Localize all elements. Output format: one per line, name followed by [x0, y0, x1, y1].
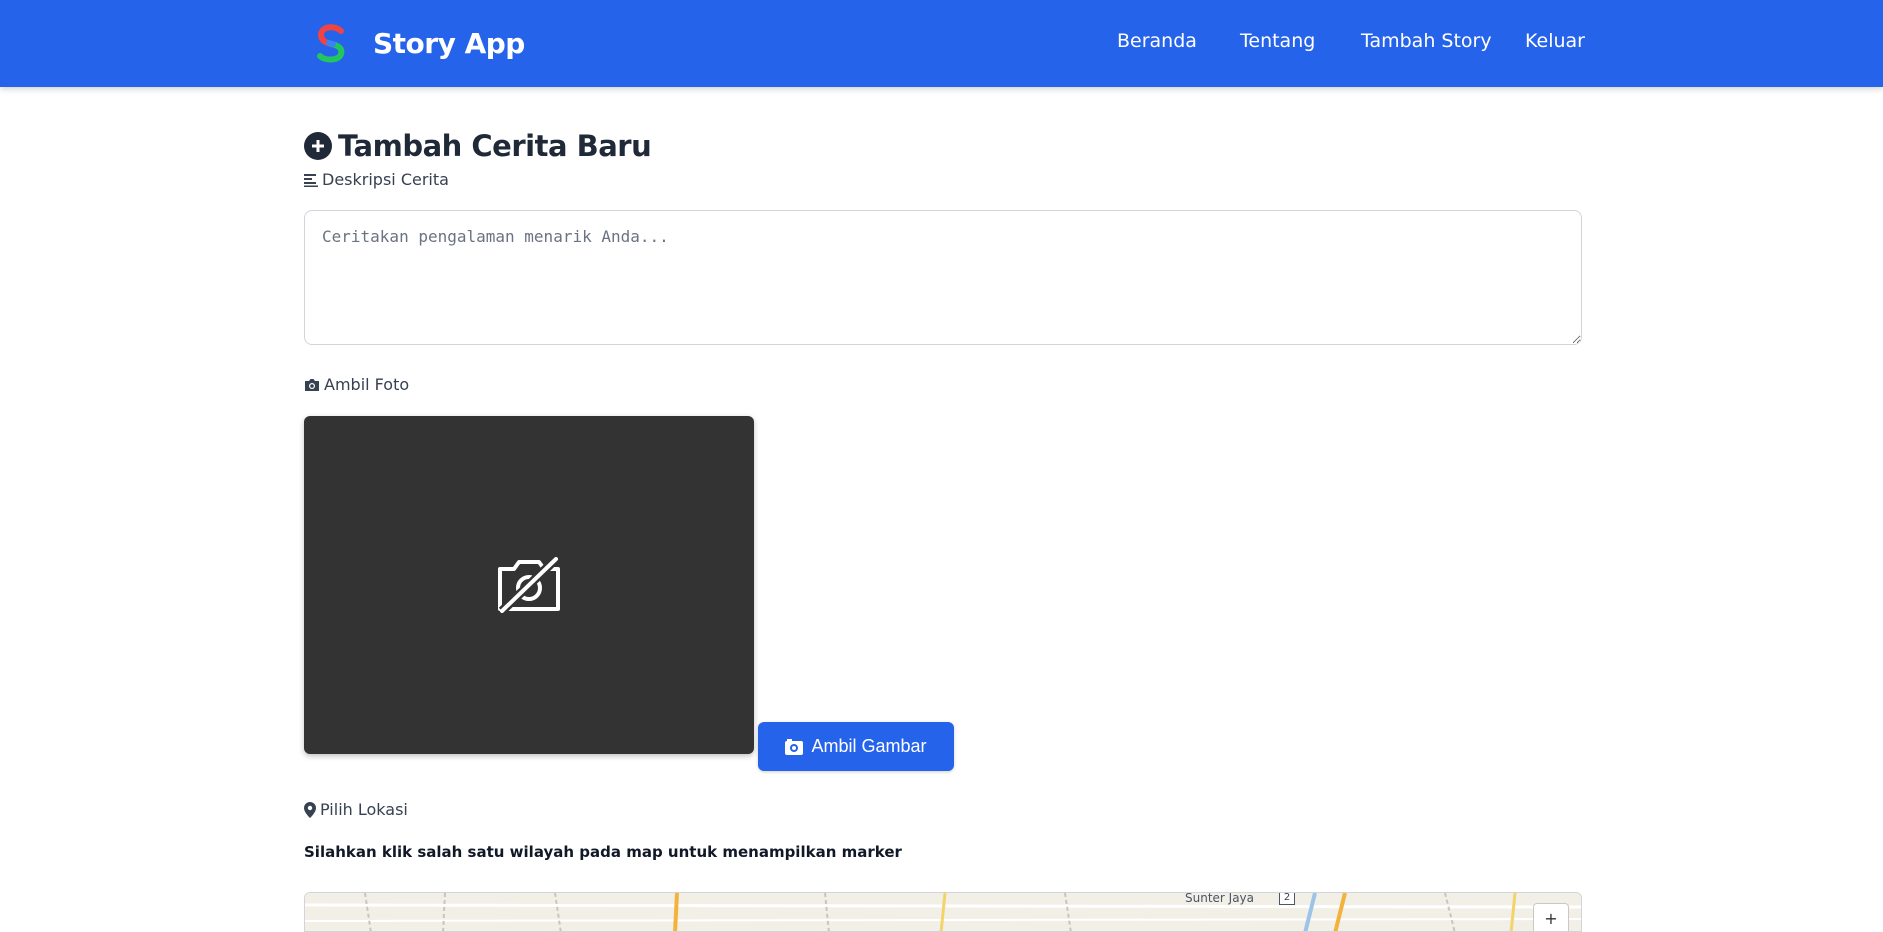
camera-retro-icon [785, 738, 804, 755]
camera-icon [305, 378, 319, 391]
description-label-text: Deskripsi Cerita [322, 170, 449, 189]
description-label: Deskripsi Cerita [304, 170, 449, 189]
page-title: Tambah Cerita Baru [304, 129, 652, 163]
map-place-label: Sunter Jaya [1185, 892, 1255, 905]
camera-preview[interactable] [304, 416, 754, 754]
location-label-text: Pilih Lokasi [320, 800, 408, 819]
map-zoom-in-button[interactable]: + [1533, 903, 1569, 931]
map-hint: Silahkan klik salah satu wilayah pada ma… [304, 843, 902, 861]
nav-item-keluar[interactable]: Keluar [1525, 30, 1585, 52]
nav-item-tentang[interactable]: Tentang [1240, 30, 1315, 52]
nav-item-tambah-story[interactable]: Tambah Story [1361, 30, 1492, 52]
app-logo-icon [317, 24, 345, 63]
map-tiles [305, 893, 1581, 931]
location-map[interactable]: Sunter Jaya 2 + [304, 892, 1582, 932]
photo-label-text: Ambil Foto [324, 375, 410, 394]
navbar: Story App Beranda Tentang Tambah Story K… [0, 0, 1883, 87]
plus-circle-icon [304, 132, 332, 160]
description-textarea[interactable] [304, 210, 1582, 345]
app-name: Story App [373, 26, 525, 60]
location-label: Pilih Lokasi [304, 800, 408, 819]
map-route-badge: 2 [1279, 893, 1295, 905]
photo-label: Ambil Foto [304, 375, 409, 394]
capture-photo-button-label: Ambil Gambar [811, 736, 927, 756]
map-pin-icon [304, 801, 316, 818]
camera-off-icon [498, 557, 560, 613]
brand[interactable]: Story App [313, 22, 525, 64]
capture-photo-button[interactable]: Ambil Gambar [758, 722, 954, 771]
align-left-icon [304, 173, 318, 187]
nav-item-beranda[interactable]: Beranda [1117, 30, 1197, 52]
page-title-text: Tambah Cerita Baru [338, 129, 652, 163]
